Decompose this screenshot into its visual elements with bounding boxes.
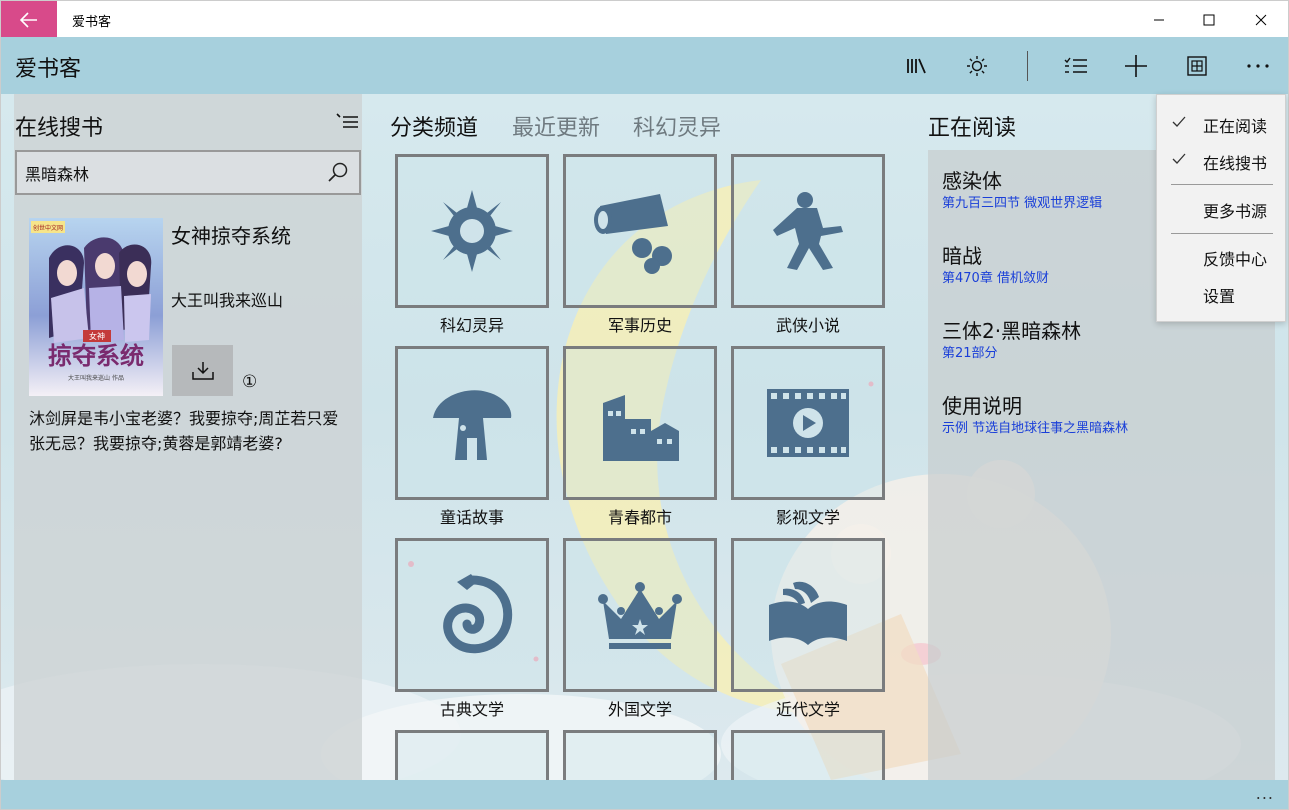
checklist-button[interactable] <box>1055 45 1097 87</box>
book-cover-art: 创世中文网 女神 掠夺系统 大王叫我来巡山 作品 <box>29 218 163 396</box>
reading-book-progress[interactable]: 示例 节选自地球往事之黑暗森林 <box>942 417 1128 436</box>
category-tile-classical[interactable] <box>395 538 549 692</box>
category-label-military: 军事历史 <box>607 316 672 335</box>
cover-badge: 创世中文网 <box>33 224 63 232</box>
toolbar-separator <box>1027 51 1028 81</box>
search-box[interactable] <box>15 150 361 195</box>
book-cover[interactable]: 创世中文网 女神 掠夺系统 大王叫我来巡山 作品 <box>29 218 163 396</box>
reading-book-progress[interactable]: 第21部分 <box>942 342 998 361</box>
category-label-classical: 古典文学 <box>439 700 504 719</box>
search-panel: 在线搜书 黑暗森林 创世中文网 女神 掠夺系统 大王叫我来巡山 作品 女神掠夺系… <box>14 94 362 780</box>
bottom-app-bar: ... <box>0 780 1289 810</box>
menu-item-settings[interactable]: 设置 <box>1157 276 1285 310</box>
app-command-bar: 爱书客 <box>0 37 1289 94</box>
library-button[interactable] <box>896 45 938 87</box>
checklist-icon <box>1064 57 1087 73</box>
window-title-bar: 爱书客 <box>0 0 1289 38</box>
cannon-icon <box>594 194 672 274</box>
window-title: 爱书客 <box>72 15 112 30</box>
category-tile-film[interactable] <box>731 346 885 500</box>
sort-icon[interactable] <box>334 112 360 130</box>
reading-book-title[interactable]: 三体2·黑暗森林 <box>942 315 1081 344</box>
sci-fi-icon <box>431 190 513 272</box>
overflow-menu: 正在阅读 在线搜书 更多书源 反馈中心 设置 <box>1156 94 1286 322</box>
menu-separator <box>1171 233 1273 234</box>
brightness-button[interactable] <box>956 45 998 87</box>
category-label-film: 影视文学 <box>775 508 840 527</box>
search-icon[interactable] <box>327 161 349 183</box>
maximize-icon <box>1203 14 1215 25</box>
cover-small-title: 女神 <box>89 331 105 341</box>
menu-item-label: 正在阅读 <box>1203 117 1268 136</box>
back-button[interactable] <box>1 1 57 38</box>
reading-book-title[interactable]: 暗战 <box>942 240 982 269</box>
book-title[interactable]: 女神掠夺系统 <box>171 220 291 249</box>
reading-book-progress[interactable]: 第九百三四节 微观世界逻辑 <box>942 192 1102 211</box>
menu-item-label: 反馈中心 <box>1203 250 1268 269</box>
martial-arts-icon <box>773 192 843 270</box>
close-icon <box>1255 14 1267 25</box>
category-tile-martial[interactable] <box>731 154 885 308</box>
menu-item-more-sources[interactable]: 更多书源 <box>1157 191 1285 225</box>
category-tile-military[interactable] <box>563 154 717 308</box>
category-label-foreign: 外国文学 <box>607 700 672 719</box>
category-tile-modern[interactable] <box>731 538 885 692</box>
menu-item-reading[interactable]: 正在阅读 <box>1157 106 1285 140</box>
category-tile-urban[interactable] <box>563 346 717 500</box>
film-icon <box>767 389 849 457</box>
brightness-icon <box>967 56 987 76</box>
more-icon <box>1247 64 1269 68</box>
city-icon <box>603 395 679 461</box>
tab-scifi[interactable]: 科幻灵异 <box>633 110 721 142</box>
reading-book-title[interactable]: 使用说明 <box>942 390 1022 419</box>
book-author: 大王叫我来巡山 <box>171 291 284 310</box>
category-label-modern: 近代文学 <box>775 700 840 719</box>
reading-panel-title: 正在阅读 <box>928 116 1017 141</box>
minimize-button[interactable] <box>1134 1 1184 38</box>
menu-item-label: 在线搜书 <box>1203 154 1268 173</box>
category-tile-foreign[interactable] <box>563 538 717 692</box>
add-icon <box>1125 55 1147 77</box>
reading-book-progress[interactable]: 第470章 借机敛财 <box>942 267 1049 286</box>
tab-categories[interactable]: 分类频道 <box>390 110 478 142</box>
back-arrow-icon <box>20 11 37 28</box>
search-panel-title: 在线搜书 <box>15 116 104 141</box>
mushroom-house-icon <box>433 390 512 460</box>
bottom-more-button[interactable]: ... <box>1256 784 1274 803</box>
category-label-scifi: 科幻灵异 <box>439 316 504 335</box>
menu-item-label: 更多书源 <box>1203 202 1268 221</box>
menu-separator <box>1171 184 1273 185</box>
cover-footer: 大王叫我来巡山 作品 <box>68 374 124 382</box>
reading-book-title[interactable]: 感染体 <box>942 165 1002 194</box>
open-book-icon <box>769 581 847 645</box>
dragon-icon <box>443 574 513 654</box>
add-button[interactable] <box>1115 45 1157 87</box>
library-icon <box>907 58 926 74</box>
maximize-button[interactable] <box>1184 1 1234 38</box>
minimize-icon <box>1154 19 1164 20</box>
check-icon <box>1172 153 1186 164</box>
close-button[interactable] <box>1236 1 1286 38</box>
category-label-urban: 青春都市 <box>607 508 672 527</box>
grid-view-button[interactable] <box>1176 45 1218 87</box>
search-input[interactable] <box>25 161 315 185</box>
category-label-martial: 武侠小说 <box>775 316 840 335</box>
check-icon <box>1172 116 1186 127</box>
cover-big-title: 掠夺系统 <box>48 341 144 370</box>
book-description: 沐剑屏是韦小宝老婆？我要掠夺;周芷若只爱张无忌？我要掠夺;黄蓉是郭靖老婆? <box>29 409 339 453</box>
grid-view-icon <box>1187 56 1207 76</box>
category-label-fairytale: 童话故事 <box>439 508 504 527</box>
more-button[interactable] <box>1237 45 1279 87</box>
download-button[interactable] <box>172 345 233 396</box>
menu-item-search[interactable]: 在线搜书 <box>1157 143 1285 177</box>
menu-item-feedback[interactable]: 反馈中心 <box>1157 239 1285 273</box>
category-tile-scifi[interactable] <box>395 154 549 308</box>
download-count: ① <box>242 372 258 392</box>
tab-recent-updates[interactable]: 最近更新 <box>512 110 600 142</box>
menu-item-label: 设置 <box>1203 287 1236 306</box>
crown-icon <box>598 582 682 649</box>
download-icon <box>191 361 214 380</box>
app-title: 爱书客 <box>15 57 82 82</box>
category-tile-fairytale[interactable] <box>395 346 549 500</box>
